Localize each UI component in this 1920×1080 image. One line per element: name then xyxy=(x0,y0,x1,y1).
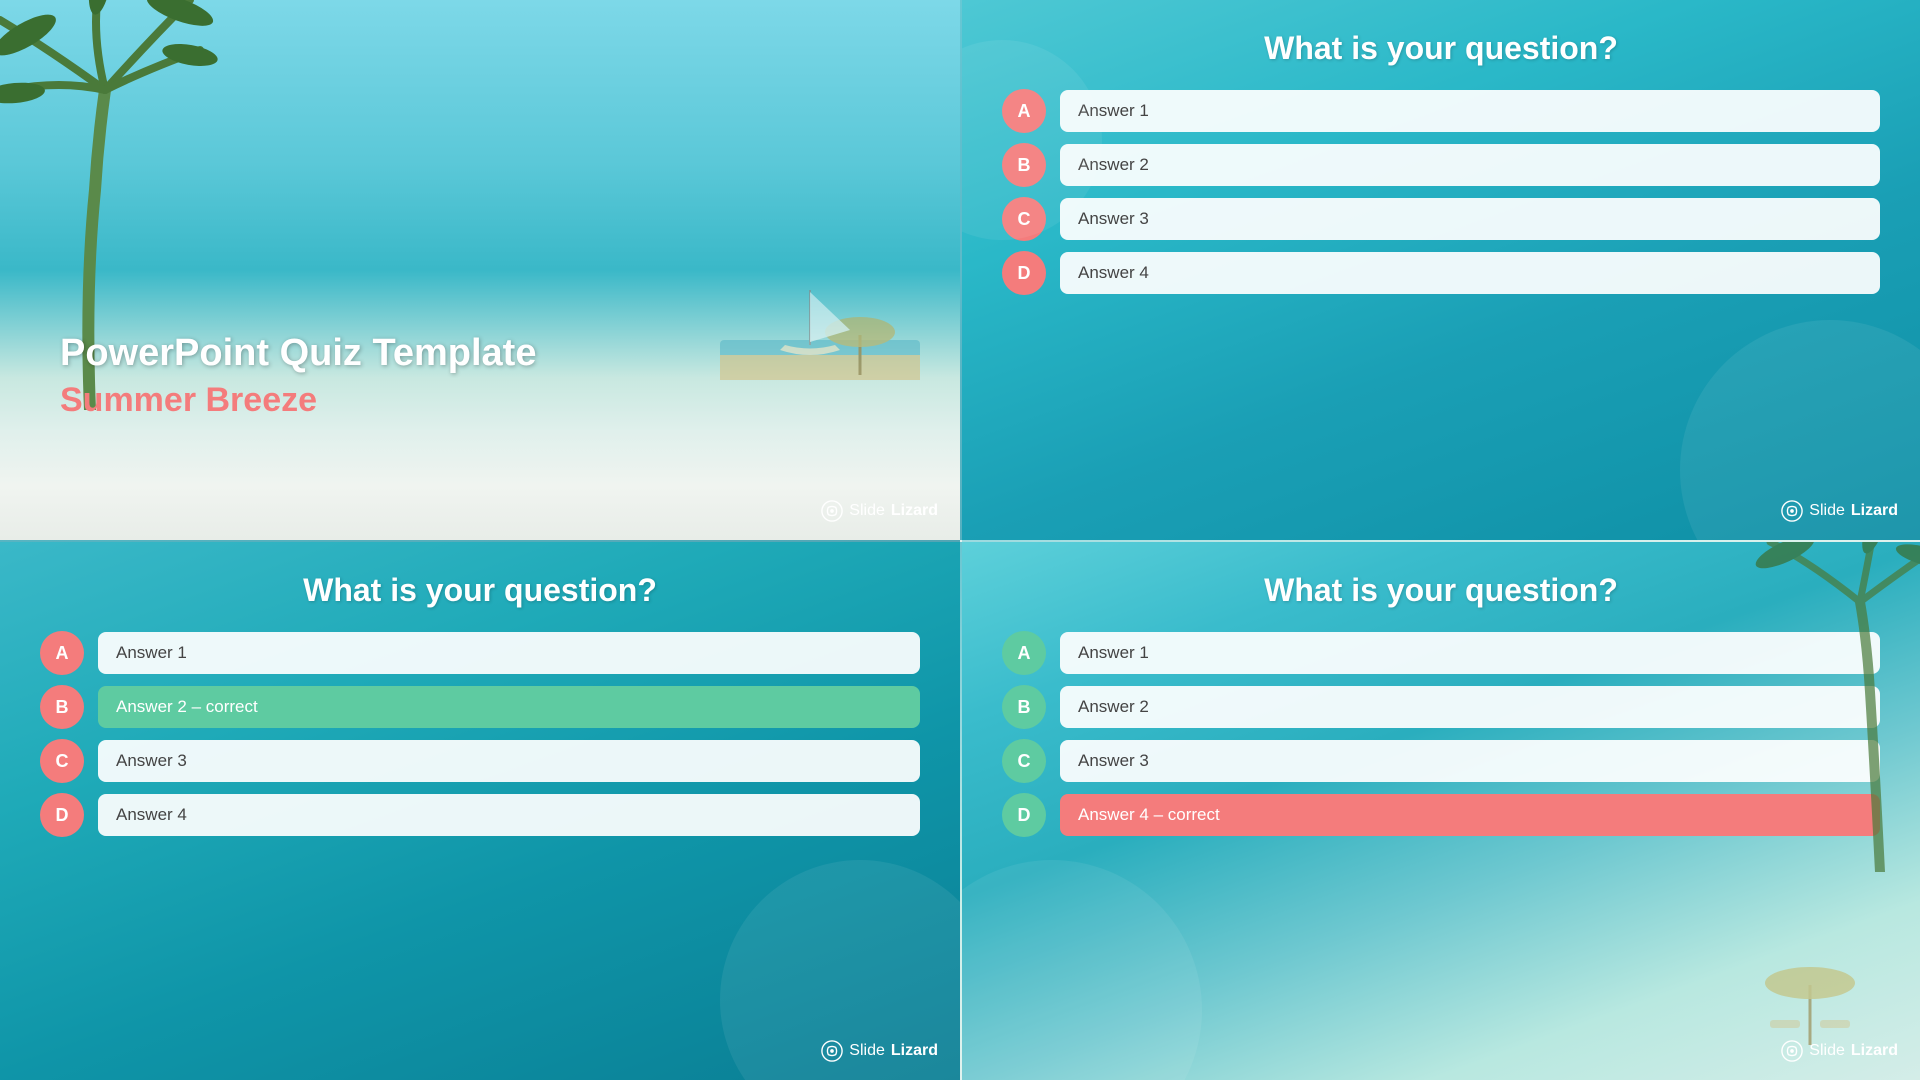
answer-row-2a: A Answer 1 xyxy=(1002,89,1880,133)
brand-slide-text-3: Slide xyxy=(849,1042,885,1060)
answer-box-4c: Answer 3 xyxy=(1060,740,1880,782)
slidelizard-icon-3 xyxy=(821,1040,843,1062)
answer-badge-2a: A xyxy=(1002,89,1046,133)
answer-badge-3a: A xyxy=(40,631,84,675)
answer-badge-3c: C xyxy=(40,739,84,783)
answer-row-3a: A Answer 1 xyxy=(40,631,920,675)
answer-box-3d: Answer 4 xyxy=(98,794,920,836)
main-title: PowerPoint Quiz Template xyxy=(60,331,536,377)
answer-row-3b: B Answer 2 – correct xyxy=(40,685,920,729)
brand-slide-text-4: Slide xyxy=(1809,1042,1845,1060)
slidelizard-icon xyxy=(821,500,843,522)
slide-title: PowerPoint Quiz Template Summer Breeze S… xyxy=(0,0,960,540)
beach-umbrella-icon xyxy=(1750,965,1870,1045)
brand-logo: Slide Lizard xyxy=(821,500,938,522)
deco-circle-4 xyxy=(960,860,1202,1080)
answer-box-4a: Answer 1 xyxy=(1060,632,1880,674)
answer-row-3c: C Answer 3 xyxy=(40,739,920,783)
brand-lizard-text-2: Lizard xyxy=(1851,502,1898,520)
answer-row-2d: D Answer 4 xyxy=(1002,251,1880,295)
answer-badge-4a: A xyxy=(1002,631,1046,675)
subtitle: Summer Breeze xyxy=(60,381,536,420)
answer-badge-4d: D xyxy=(1002,793,1046,837)
answer-badge-2b: B xyxy=(1002,143,1046,187)
brand-lizard-text-4: Lizard xyxy=(1851,1042,1898,1060)
answer-box-3a: Answer 1 xyxy=(98,632,920,674)
answer-row-3d: D Answer 4 xyxy=(40,793,920,837)
slidelizard-icon-4 xyxy=(1781,1040,1803,1062)
slide-quiz-green-correct: What is your question? A Answer 1 B Answ… xyxy=(0,540,960,1080)
brand-logo-2: Slide Lizard xyxy=(1781,500,1898,522)
answer-box-2a: Answer 1 xyxy=(1060,90,1880,132)
answers-list-2: A Answer 1 B Answer 2 C Answer 3 D Answe… xyxy=(1002,89,1880,295)
answer-badge-4b: B xyxy=(1002,685,1046,729)
answer-row-4b: B Answer 2 xyxy=(1002,685,1880,729)
answer-badge-4c: C xyxy=(1002,739,1046,783)
slidelizard-icon-2 xyxy=(1781,500,1803,522)
answer-box-4d: Answer 4 – correct xyxy=(1060,794,1880,836)
answer-row-4d: D Answer 4 – correct xyxy=(1002,793,1880,837)
answer-box-3b: Answer 2 – correct xyxy=(98,686,920,728)
answer-badge-3d: D xyxy=(40,793,84,837)
answer-badge-2d: D xyxy=(1002,251,1046,295)
answer-badge-3b: B xyxy=(40,685,84,729)
brand-logo-4: Slide Lizard xyxy=(1781,1040,1898,1062)
brand-logo-3: Slide Lizard xyxy=(821,1040,938,1062)
brand-lizard-text: Lizard xyxy=(891,502,938,520)
quiz-question-4: What is your question? xyxy=(1264,572,1618,609)
quiz-question-2: What is your question? xyxy=(1264,30,1618,67)
brand-slide-text-2: Slide xyxy=(1809,502,1845,520)
answer-box-4b: Answer 2 xyxy=(1060,686,1880,728)
slide-quiz-coral-correct: What is your question? A Answer 1 B Answ… xyxy=(960,540,1920,1080)
brand-slide-text: Slide xyxy=(849,502,885,520)
title-block: PowerPoint Quiz Template Summer Breeze xyxy=(60,331,536,420)
answer-box-2c: Answer 3 xyxy=(1060,198,1880,240)
slide-quiz-plain: What is your question? A Answer 1 B Answ… xyxy=(960,0,1920,540)
brand-lizard-text-3: Lizard xyxy=(891,1042,938,1060)
answer-box-3c: Answer 3 xyxy=(98,740,920,782)
quiz-question-3: What is your question? xyxy=(303,572,657,609)
answer-badge-2c: C xyxy=(1002,197,1046,241)
answer-row-4c: C Answer 3 xyxy=(1002,739,1880,783)
answer-row-4a: A Answer 1 xyxy=(1002,631,1880,675)
answers-list-4: A Answer 1 B Answer 2 C Answer 3 D Answe… xyxy=(1002,631,1880,837)
answer-box-2b: Answer 2 xyxy=(1060,144,1880,186)
answer-row-2b: B Answer 2 xyxy=(1002,143,1880,187)
answer-row-2c: C Answer 3 xyxy=(1002,197,1880,241)
beach-scene-icon xyxy=(720,260,920,380)
answer-box-2d: Answer 4 xyxy=(1060,252,1880,294)
answers-list-3: A Answer 1 B Answer 2 – correct C Answer… xyxy=(40,631,920,837)
